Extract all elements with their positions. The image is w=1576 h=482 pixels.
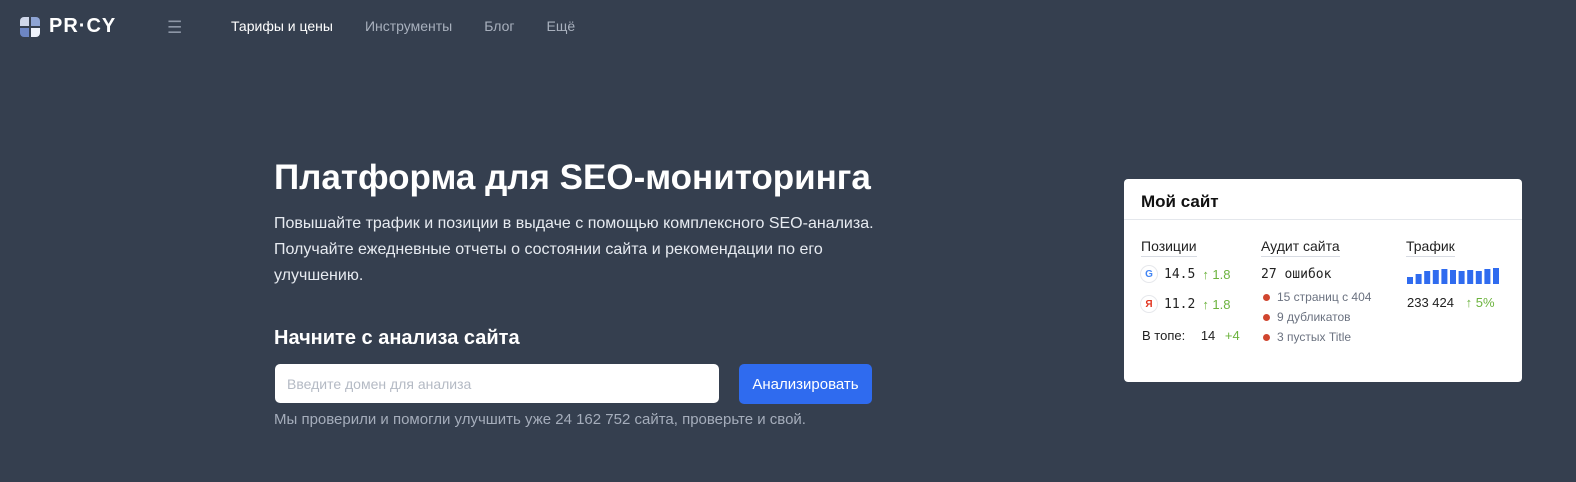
yandex-position-value: 11.2 xyxy=(1164,296,1196,312)
logo-text: PR·CY xyxy=(49,15,117,37)
google-position-row: G 14.5 ↑ 1.8 xyxy=(1141,266,1231,282)
traffic-delta: ↑ 5% xyxy=(1465,295,1495,310)
traffic-heading[interactable]: Трафик xyxy=(1406,238,1455,257)
analyze-section-title: Начните с анализа сайта xyxy=(274,327,520,349)
logo[interactable]: PR·CY xyxy=(20,15,116,38)
logo-icon xyxy=(20,16,40,37)
traffic-bar xyxy=(1441,269,1448,284)
traffic-bar xyxy=(1484,269,1491,284)
traffic-column: Трафик 233 424 ↑ 5% xyxy=(1406,238,1499,310)
yandex-position-row: Я 11.2 ↑ 1.8 xyxy=(1141,296,1231,312)
top-row: В топе: 14 +4 xyxy=(1142,328,1240,343)
yandex-icon: Я xyxy=(1141,296,1157,312)
my-site-card: Мой сайт Позиции G 14.5 ↑ 1.8 Я 11.2 ↑ 1… xyxy=(1124,179,1522,382)
traffic-bar xyxy=(1467,270,1474,284)
main-nav: Тарифы и цены Инструменты Блог Ещё xyxy=(231,18,575,34)
traffic-value: 233 424 xyxy=(1407,295,1454,310)
audit-item: 15 страниц с 404 xyxy=(1263,290,1371,304)
positions-heading[interactable]: Позиции xyxy=(1141,238,1197,257)
traffic-bar xyxy=(1432,270,1439,284)
domain-input[interactable] xyxy=(275,364,719,403)
audit-column: Аудит сайта 27 ошибок 15 страниц с 404 9… xyxy=(1261,238,1371,344)
traffic-row: 233 424 ↑ 5% xyxy=(1407,295,1495,310)
audit-item: 3 пустых Title xyxy=(1263,330,1351,344)
positions-column: Позиции G 14.5 ↑ 1.8 Я 11.2 ↑ 1.8 В топе… xyxy=(1141,238,1240,343)
analyze-button[interactable]: Анализировать xyxy=(739,364,872,404)
top-delta: +4 xyxy=(1224,328,1240,343)
traffic-bar xyxy=(1458,271,1465,284)
traffic-bar xyxy=(1415,274,1422,284)
google-icon: G xyxy=(1141,266,1157,282)
error-dot-icon xyxy=(1263,293,1270,301)
google-position-value: 14.5 xyxy=(1164,266,1196,282)
nav-item-pricing[interactable]: Тарифы и цены xyxy=(231,18,333,34)
page-title: Платформа для SEO-мониторинга xyxy=(274,158,871,197)
traffic-bar xyxy=(1407,277,1413,284)
error-dot-icon xyxy=(1263,333,1270,341)
audit-item-label: 3 пустых Title xyxy=(1277,330,1352,344)
hero-note: Мы проверили и помогли улучшить уже 24 1… xyxy=(274,411,806,428)
traffic-bar xyxy=(1424,271,1431,284)
audit-total: 27 ошибок xyxy=(1261,267,1332,282)
card-title: Мой сайт xyxy=(1141,192,1219,211)
traffic-bar xyxy=(1475,271,1482,284)
google-position-delta: ↑ 1.8 xyxy=(1202,266,1231,282)
nav-item-blog[interactable]: Блог xyxy=(484,18,514,34)
nav-item-tools[interactable]: Инструменты xyxy=(365,18,452,34)
audit-item-label: 15 страниц с 404 xyxy=(1277,290,1372,304)
audit-heading[interactable]: Аудит сайта xyxy=(1261,238,1340,257)
hero-description: Повышайте трафик и позиции в выдаче с по… xyxy=(274,215,874,284)
nav-item-more[interactable]: Ещё xyxy=(546,18,575,34)
menu-icon[interactable]: ☰ xyxy=(167,18,182,38)
traffic-bar xyxy=(1450,270,1456,284)
audit-item-label: 9 дубликатов xyxy=(1277,310,1351,324)
yandex-position-delta: ↑ 1.8 xyxy=(1202,296,1231,312)
card-divider xyxy=(1124,219,1522,220)
audit-item: 9 дубликатов xyxy=(1263,310,1351,324)
error-dot-icon xyxy=(1263,313,1270,321)
top-value: 14 xyxy=(1200,328,1216,343)
traffic-bar xyxy=(1493,268,1499,284)
top-label: В топе: xyxy=(1142,328,1186,343)
traffic-sparkbars xyxy=(1407,268,1499,284)
